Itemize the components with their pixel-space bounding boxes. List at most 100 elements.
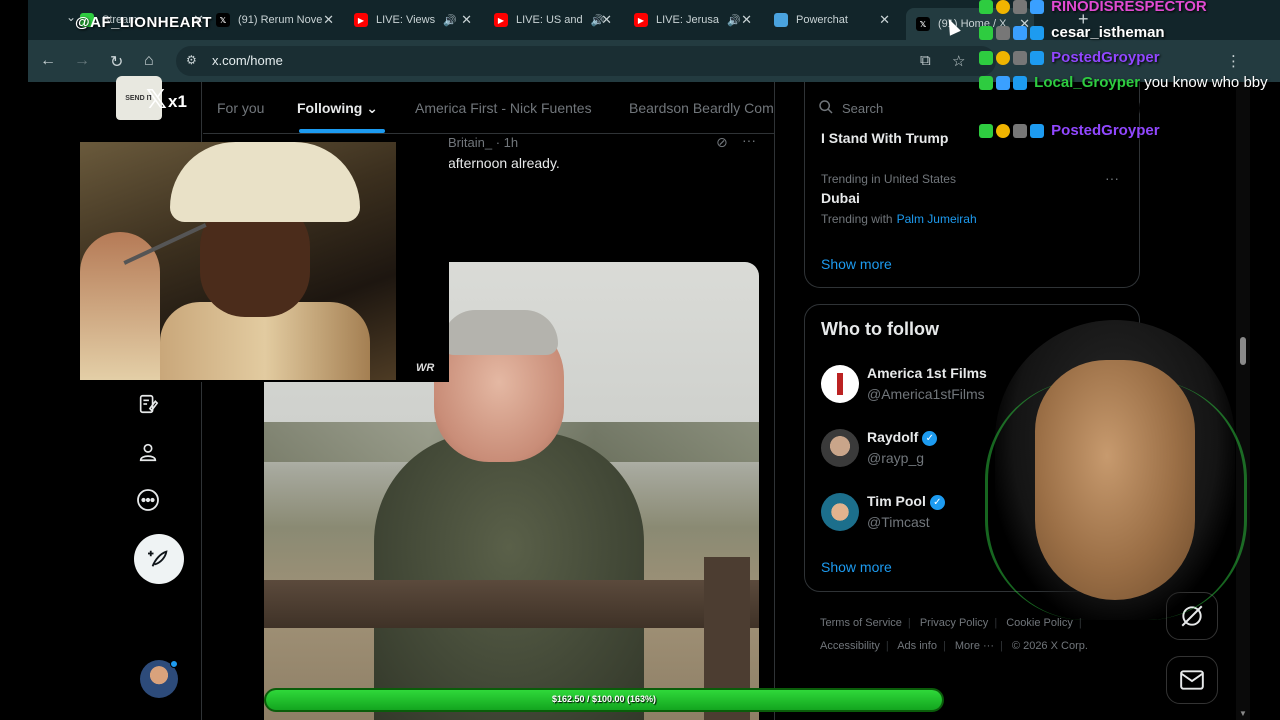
browser-tab-live-views[interactable]: ▶ LIVE: Views 🔊 ✕ (354, 8, 472, 32)
kick-badge-icon (979, 26, 993, 41)
kick-badge-icon (979, 0, 993, 15)
tweet-more-icon[interactable]: ··· (742, 132, 756, 148)
tab-america-first[interactable]: America First - Nick Fuentes (415, 100, 592, 116)
tab-following[interactable]: Following ⌄ (297, 100, 378, 117)
floating-video-overlay: WR (80, 142, 449, 382)
site-info-icon[interactable]: ⚙ (186, 53, 197, 67)
browser-menu-icon[interactable]: ⋮ (1226, 52, 1241, 70)
compose-post-button[interactable] (134, 534, 184, 584)
ads-info-link[interactable]: Ads info (897, 640, 937, 652)
chat-username: Local_Groyper (1034, 74, 1141, 91)
trend-context: Trending in United States (821, 172, 956, 186)
fence-rail (264, 580, 759, 628)
stream-username: @AF_LIONHEART (75, 14, 212, 31)
install-app-icon[interactable]: ⧉ (920, 52, 931, 69)
reload-icon[interactable]: ↻ (110, 52, 123, 72)
chevron-down-icon: ⌄ (366, 100, 378, 116)
separator: | (907, 617, 911, 629)
trend-name[interactable]: Dubai (821, 190, 860, 206)
close-tab-icon[interactable]: ✕ (741, 12, 752, 28)
forward-arrow-icon[interactable]: → (74, 52, 90, 70)
trend-item-top[interactable]: I Stand With Trump (821, 130, 948, 146)
active-tab-indicator (299, 129, 385, 133)
speaker-icon[interactable]: 🔊 (443, 14, 457, 27)
browser-tab-live-us[interactable]: ▶ LIVE: US and 🔊 ✕ (494, 8, 612, 32)
tab-label: Powerchat (796, 14, 848, 26)
profile-icon[interactable] (134, 438, 162, 466)
trend-with: Trending with Palm Jumeirah (821, 212, 977, 226)
terms-link[interactable]: Terms of Service (820, 617, 902, 629)
video-frame (80, 142, 396, 380)
mail-icon (1180, 670, 1204, 690)
avatar (821, 365, 859, 403)
tab-for-you[interactable]: For you (217, 100, 264, 116)
man-coat (374, 432, 644, 720)
privacy-link[interactable]: Privacy Policy (920, 617, 988, 629)
who-to-follow-show-more-link[interactable]: Show more (821, 559, 892, 575)
browser-tab-live-jerusalem[interactable]: ▶ LIVE: Jerusa 🔊 ✕ (634, 8, 752, 32)
drafts-icon[interactable] (134, 390, 162, 418)
donation-goal-bar: $162.50 / $100.00 (163%) (264, 688, 944, 712)
browser-tab-powerchat[interactable]: Powerchat ✕ (774, 8, 890, 32)
bookmark-star-icon[interactable]: ☆ (952, 52, 965, 70)
chat-message: RINODISRESPECTOR (979, 0, 1207, 15)
address-bar[interactable]: ⚙ x.com/home (176, 46, 996, 76)
close-tab-icon[interactable]: ✕ (323, 12, 334, 28)
tweet-author-time[interactable]: Britain_ · 1h (448, 135, 518, 150)
tweet-text: afternoon already. (448, 155, 560, 171)
logo-suffix: x1 (168, 92, 187, 111)
more-link[interactable]: More ··· (955, 640, 994, 652)
browser-tab-rerum[interactable]: 𝕏 (91) Rerum Nove ✕ (216, 8, 334, 32)
copyright-text: © 2026 X Corp. (1011, 640, 1088, 652)
close-tab-icon[interactable]: ✕ (879, 12, 890, 28)
grok-icon[interactable]: ⊘ (716, 134, 728, 151)
avatar (821, 493, 859, 531)
emote-badge-icon (1013, 124, 1027, 139)
youtube-favicon-icon: ▶ (354, 13, 368, 27)
tab-label: LIVE: Views (376, 14, 436, 26)
x-logo-icon: 𝕏 (146, 84, 167, 114)
trend-with-link[interactable]: Palm Jumeirah (897, 212, 977, 226)
tab-beardson[interactable]: Beardson Beardly Com (629, 100, 774, 116)
kick-badge-icon (979, 76, 993, 91)
verified-badge-icon (1030, 26, 1044, 41)
scroll-down-arrow-icon[interactable]: ▼ (1239, 709, 1247, 718)
chat-text: you know who bby (1144, 74, 1268, 91)
close-tab-icon[interactable]: ✕ (601, 12, 612, 28)
home-icon[interactable]: ⌂ (144, 52, 154, 70)
chat-message: cesar_istheman (979, 24, 1165, 41)
chat-username: RINODISRESPECTOR (1051, 0, 1207, 15)
donation-goal-text: $162.50 / $100.00 (163%) (551, 694, 657, 704)
more-options-icon[interactable] (134, 486, 162, 514)
powerchat-favicon-icon (774, 13, 788, 27)
trends-show-more-link[interactable]: Show more (821, 256, 892, 272)
messages-button[interactable] (1166, 656, 1218, 704)
account-handle: @rayp_g (867, 450, 925, 466)
verified-badge-icon (1030, 124, 1044, 139)
account-name: America 1st Films (867, 365, 987, 381)
x-favicon-icon: 𝕏 (216, 13, 230, 27)
account-avatar[interactable] (140, 660, 178, 698)
url-text: x.com/home (212, 53, 283, 68)
gift-badge-icon (1030, 0, 1044, 15)
x-logo[interactable]: SEND IT 𝕏 x1 (116, 76, 206, 126)
gift-badge-icon (1013, 26, 1027, 41)
separator: | (885, 640, 889, 652)
account-name-text: Raydolf (867, 429, 919, 445)
sub-badge-icon (996, 124, 1010, 139)
x-favicon-icon: 𝕏 (916, 17, 930, 31)
verified-badge-icon (1030, 51, 1044, 66)
trend-more-icon[interactable]: ··· (1105, 170, 1119, 186)
back-arrow-icon[interactable]: ← (40, 52, 56, 70)
accessibility-link[interactable]: Accessibility (820, 640, 880, 652)
speaker-icon[interactable]: 🔊 (727, 14, 741, 27)
tab-label: LIVE: US and (516, 14, 583, 26)
youtube-favicon-icon: ▶ (494, 13, 508, 27)
close-tab-icon[interactable]: ✕ (461, 12, 472, 28)
cowboy-hat (170, 142, 360, 222)
chat-message: PostedGroyper (979, 49, 1160, 66)
verified-badge-icon: ✓ (929, 494, 945, 510)
potato-avatar-overlay (985, 320, 1247, 620)
emote-badge-icon (1013, 51, 1027, 66)
account-handle: @America1stFilms (867, 386, 985, 402)
